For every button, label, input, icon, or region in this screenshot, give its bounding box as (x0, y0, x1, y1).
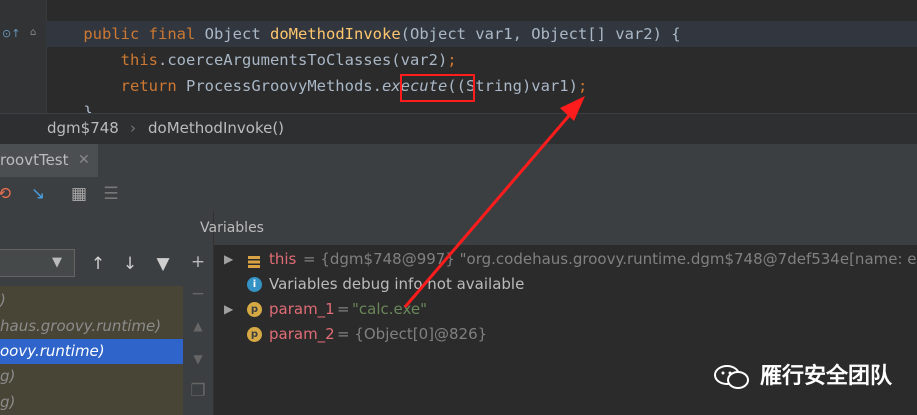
variables-title: Variables (200, 220, 264, 236)
code-line-3: return ProcessGroovyMethods.execute((Str… (46, 73, 917, 99)
semicolon: ; (577, 77, 588, 95)
minus-icon[interactable]: − (187, 283, 209, 305)
class-name: ProcessGroovyMethods. (186, 77, 382, 95)
variables-header: Variables (200, 211, 917, 245)
variable-name: param_1 (269, 300, 335, 318)
info-icon: i (247, 277, 262, 292)
watermark: 雁行安全团队 (708, 360, 917, 394)
variable-name: this (269, 250, 297, 268)
variable-equals: = (337, 300, 350, 318)
close-icon[interactable]: ✕ (78, 144, 90, 176)
code-text: .coerceArgumentsToClasses(var2) (157, 51, 448, 69)
info-message: Variables debug info not available (269, 275, 525, 293)
plus-icon[interactable]: + (187, 251, 209, 273)
frame-row[interactable]: ) (0, 288, 183, 313)
filter-icon[interactable]: ▼ (152, 253, 174, 275)
breadcrumb-separator: › (130, 119, 136, 137)
keyword: return (120, 77, 177, 95)
breadcrumb-class[interactable]: dgm$748 (47, 114, 119, 143)
thread-selector[interactable]: ▼ (0, 249, 75, 277)
chevron-down-icon: ▼ (52, 255, 62, 270)
tab-label: roovtTest (0, 151, 69, 169)
breadcrumb: dgm$748 › doMethodInvoke() (0, 113, 917, 145)
highlight-box (400, 74, 475, 102)
frame-list[interactable]: ) haus.groovy.runtime) oovy.runtime) g) … (0, 286, 183, 415)
override-icon[interactable]: ⊙↑ (2, 27, 20, 40)
variable-row-param-2[interactable]: p param_2 = {Object[0]@826} (214, 322, 917, 347)
breadcrumb-method[interactable]: doMethodInvoke() (148, 114, 284, 143)
debug-tab-bar: roovtTest ✕ (0, 144, 917, 177)
trace-stream-icon[interactable]: ☰ (99, 182, 123, 206)
editor-gutter[interactable]: ⊙↑ ⌂ (0, 0, 47, 113)
parameter-icon: p (247, 302, 262, 317)
closing-brace: } (83, 103, 93, 113)
debug-toolbar: ⟲ ↘ ▦ ☰ (0, 177, 917, 212)
chevron-up-icon[interactable]: ▲ (187, 315, 209, 337)
frame-row[interactable]: haus.groovy.runtime) (0, 314, 183, 339)
variable-value: = {Object[0]@826} (337, 325, 488, 343)
frame-row-selected[interactable]: oovy.runtime) (0, 339, 183, 364)
fold-icon[interactable]: ⌂ (30, 27, 36, 38)
field-list-icon (247, 252, 261, 268)
arrow-up-icon[interactable]: ↑ (87, 253, 109, 275)
expand-arrow-icon[interactable]: ▶ (224, 247, 233, 272)
variable-string-value: "calc.exe" (352, 300, 428, 318)
step-into-icon[interactable]: ↘ (26, 182, 50, 206)
variable-row-this[interactable]: ▶ this = {dgm$748@997} "org.codehaus.gro… (214, 247, 917, 272)
code-line-4: } (46, 99, 917, 113)
method-params: (Object var1, Object[] var2) { (400, 25, 681, 43)
keyword: this (120, 51, 158, 69)
arrow-down-icon[interactable]: ↓ (119, 253, 141, 275)
variable-name: param_2 (269, 325, 335, 343)
variable-row-param-1[interactable]: ▶ p param_1 = "calc.exe" (214, 297, 917, 322)
method-name: doMethodInvoke (270, 25, 401, 43)
restore-layout-icon[interactable]: ⟲ (0, 182, 16, 206)
frame-row[interactable]: g) (0, 390, 183, 415)
variable-value: = {dgm$748@997} "org.codehaus.groovy.run… (303, 250, 917, 268)
semicolon: ; (447, 51, 457, 69)
type-name: Object (204, 25, 261, 43)
tab-debug-session[interactable]: roovtTest ✕ (0, 144, 98, 177)
watermark-text: 雁行安全团队 (760, 364, 893, 389)
variable-row-info: i Variables debug info not available (214, 272, 917, 297)
frame-row[interactable]: g) (0, 364, 183, 389)
expand-arrow-icon[interactable]: ▶ (224, 297, 233, 322)
evaluate-expression-icon[interactable]: ▦ (67, 182, 91, 206)
parameter-icon: p (247, 327, 262, 342)
wechat-logo-icon (714, 365, 749, 389)
code-editor[interactable]: ⊙↑ ⌂ public final Object doMethodInvoke(… (0, 0, 917, 113)
keyword: public final (83, 25, 196, 43)
code-line-1: public final Object doMethodInvoke(Objec… (46, 21, 917, 47)
code-line-2: this.coerceArgumentsToClasses(var2); (46, 47, 917, 73)
copy-icon[interactable]: ❐ (187, 380, 209, 402)
chevron-down-icon[interactable]: ▼ (187, 348, 209, 370)
